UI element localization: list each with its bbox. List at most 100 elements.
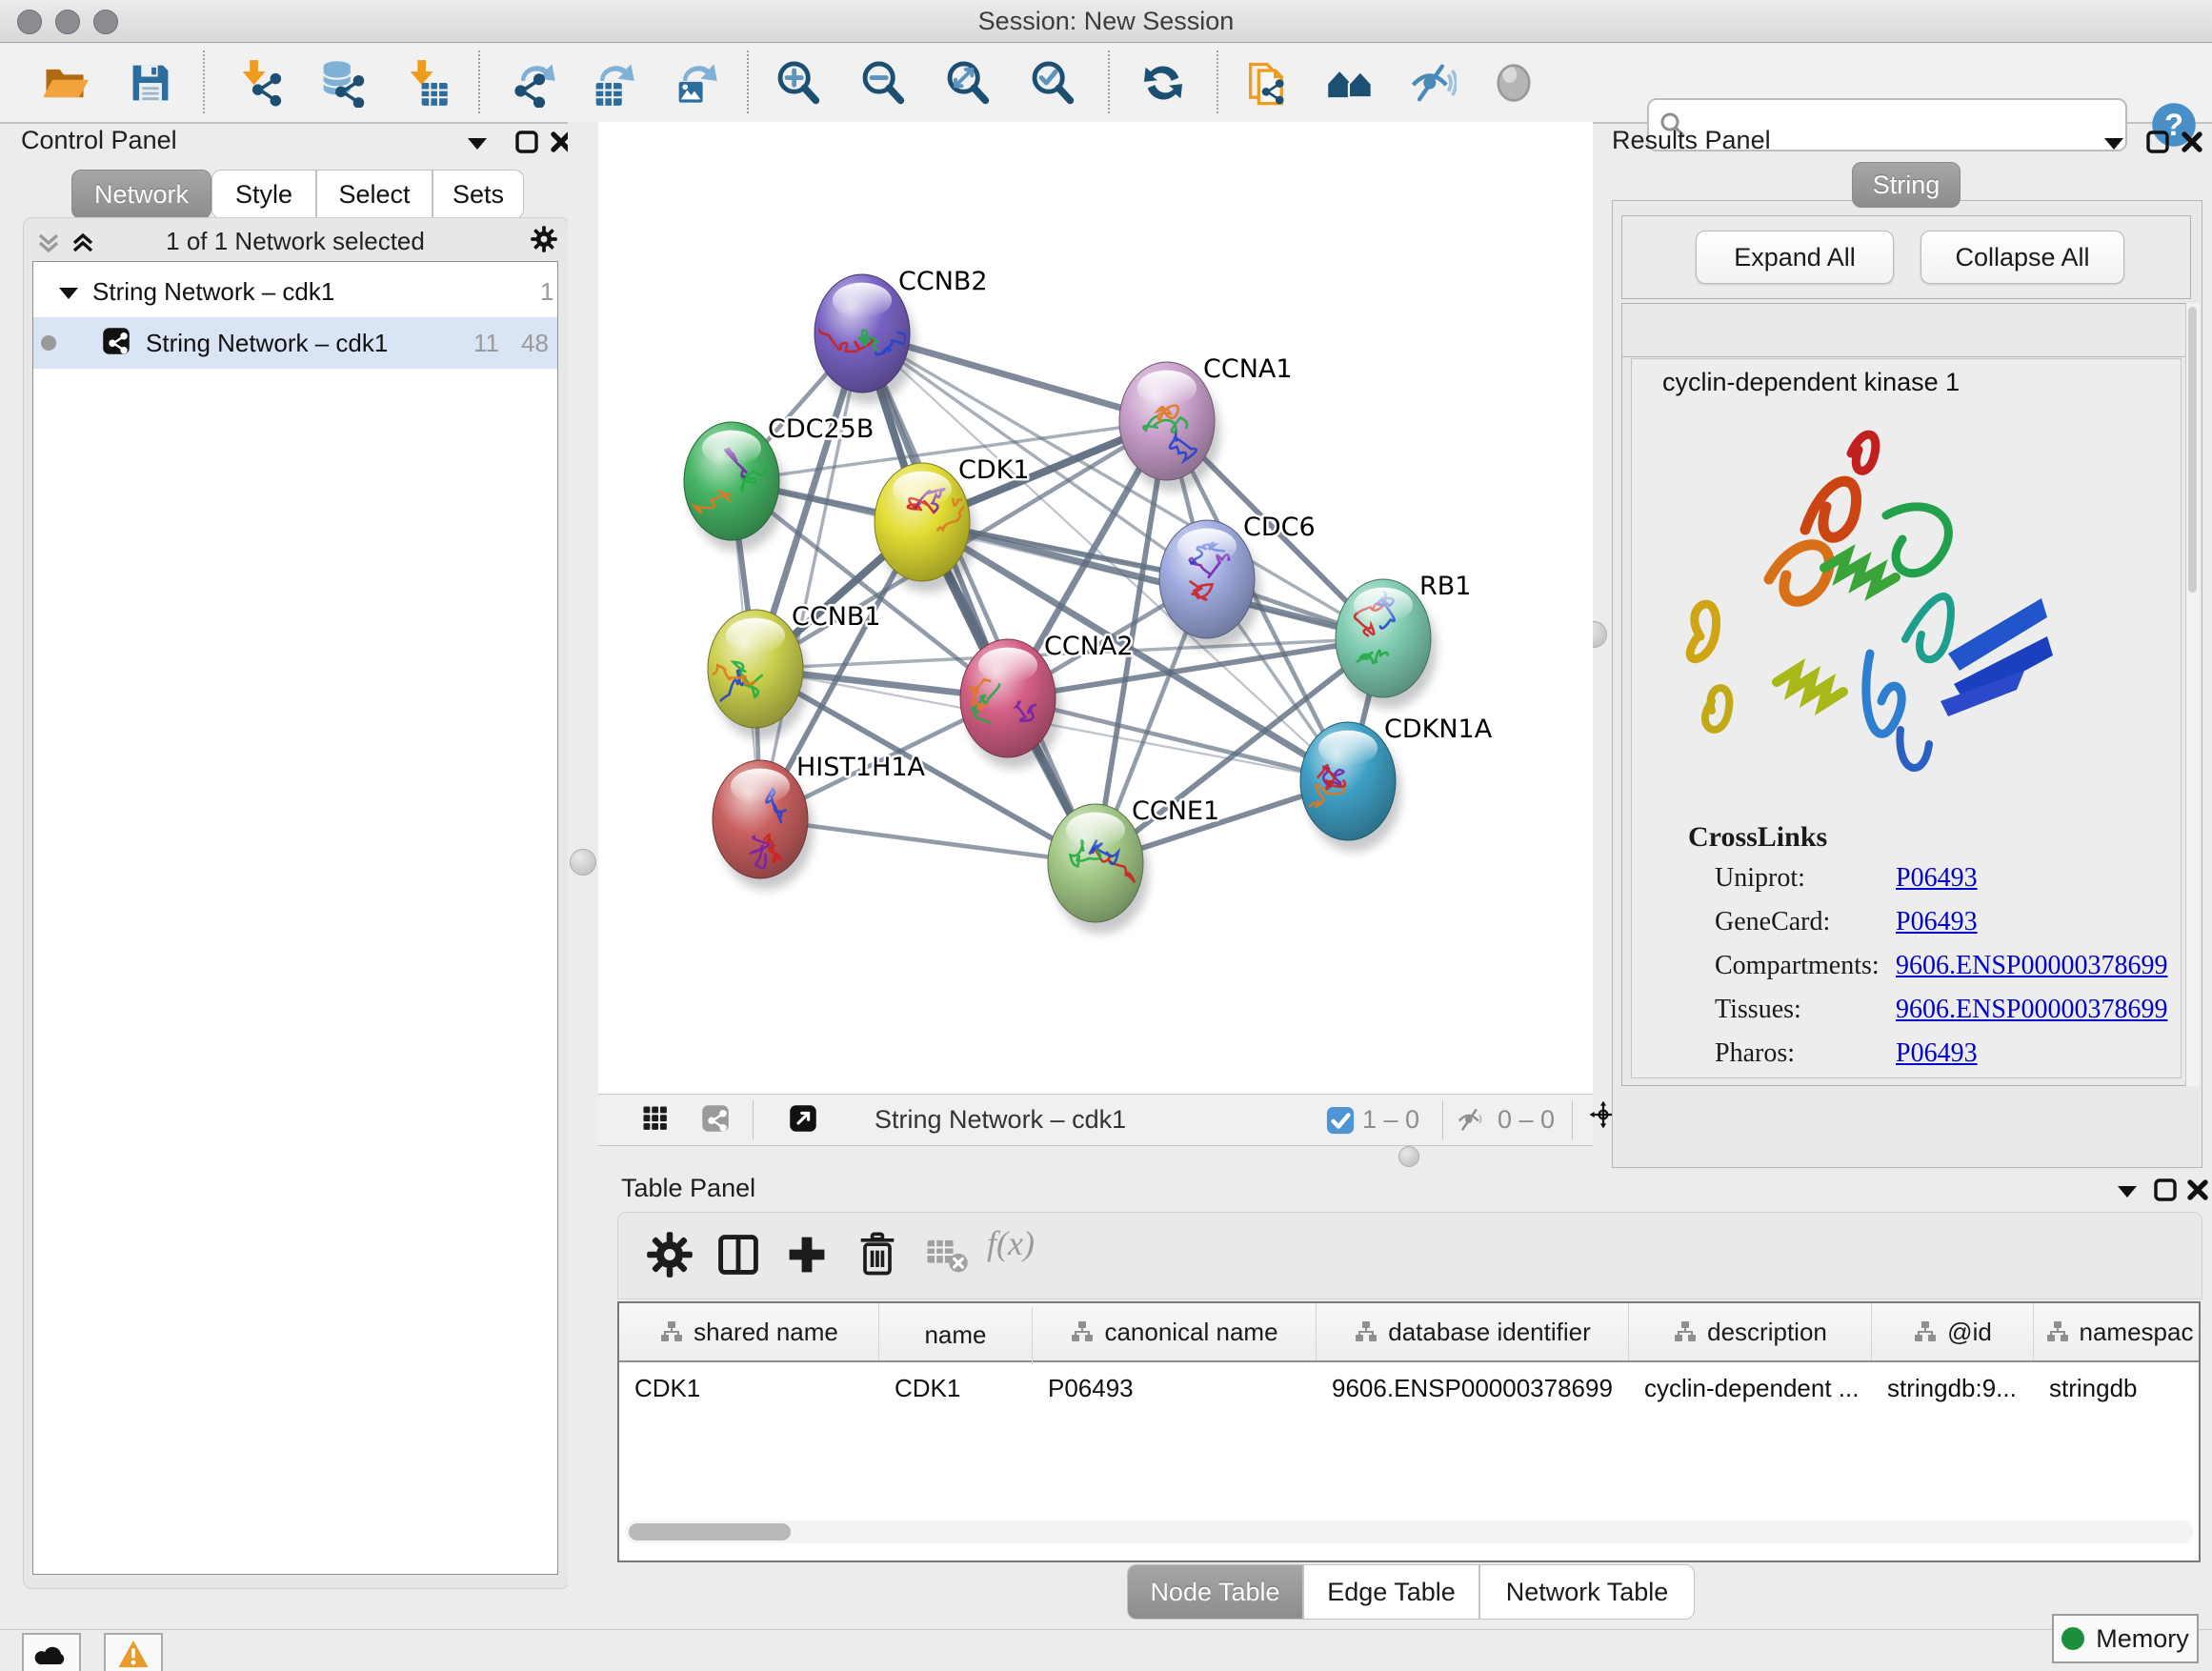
network-list-toolbar: 1 of 1 Network selected	[23, 223, 568, 261]
show-eye-icon[interactable]	[1489, 58, 1538, 108]
import-table-icon[interactable]	[401, 58, 451, 108]
detach-view-icon[interactable]	[789, 1104, 821, 1137]
hide-panel-icon[interactable]	[1407, 58, 1457, 108]
export-image-icon[interactable]	[671, 58, 720, 108]
import-database-icon[interactable]	[315, 58, 365, 108]
table-settings-gear-icon[interactable]	[645, 1230, 694, 1279]
warning-icon	[117, 1639, 150, 1669]
table-panel-float-icon[interactable]	[2151, 1176, 2180, 1204]
tab-sets[interactable]: Sets	[432, 170, 524, 219]
first-neighbors-icon[interactable]	[1325, 58, 1375, 108]
left-splitter-knob[interactable]	[570, 849, 596, 876]
results-panel-title: Results Panel	[1612, 126, 1771, 155]
table-cell[interactable]: CDK1	[879, 1362, 1033, 1414]
crosslink-row: Pharos:P06493	[1715, 1038, 2191, 1082]
results-scrollbar[interactable]	[2185, 303, 2200, 1086]
crosslink-row: Tissues:9606.ENSP00000378699	[1715, 995, 2191, 1038]
collapse-all-button[interactable]: Collapse All	[1920, 231, 2124, 284]
table-hscrollbar-thumb[interactable]	[629, 1523, 791, 1540]
zoom-in-icon[interactable]	[774, 58, 823, 108]
toolbar-separator	[1108, 50, 1110, 113]
show-columns-icon[interactable]	[714, 1230, 763, 1279]
tab-select[interactable]: Select	[316, 170, 432, 219]
table-cell[interactable]: cyclin-dependent ...	[1629, 1362, 1872, 1414]
export-table-icon[interactable]	[588, 58, 637, 108]
status-bar	[0, 1629, 2212, 1671]
hidden-eye-icon[interactable]	[1456, 1104, 1488, 1137]
crosslink-row: Compartments:9606.ENSP00000378699	[1715, 951, 2191, 995]
table-cell[interactable]: P06493	[1033, 1362, 1317, 1414]
table-cell[interactable]: 9606.ENSP00000378699	[1317, 1362, 1629, 1414]
results-panel-float-icon[interactable]	[2143, 128, 2172, 156]
selected-checkbox-icon[interactable]	[1326, 1106, 1353, 1133]
add-column-icon[interactable]	[782, 1230, 832, 1279]
control-panel-menu-icon[interactable]	[463, 130, 492, 158]
column-header-description[interactable]: description	[1629, 1303, 1872, 1360]
expand-all-button[interactable]: Expand All	[1696, 231, 1894, 284]
network-view-dot-icon	[41, 335, 56, 351]
cloud-button[interactable]	[22, 1633, 81, 1671]
gene-section-header[interactable]: CDK1	[1621, 303, 2191, 357]
crosslink-link[interactable]: P06493	[1896, 1038, 1978, 1069]
left-splitter[interactable]	[568, 122, 598, 1671]
network-row-label: String Network – cdk1	[146, 329, 388, 358]
table-panel-menu-icon[interactable]	[2113, 1178, 2142, 1206]
column-header-canonical-name[interactable]: canonical name	[1033, 1303, 1317, 1360]
crosslink-link[interactable]: P06493	[1896, 863, 1978, 894]
table-panel-close-icon[interactable]	[2183, 1176, 2212, 1204]
import-network-icon[interactable]	[234, 58, 284, 108]
column-header-shared-name[interactable]: shared name	[619, 1303, 879, 1360]
refresh-layout-icon[interactable]	[1138, 58, 1188, 108]
string-network-icon	[102, 327, 134, 359]
network-options-gear-icon[interactable]	[530, 225, 558, 253]
open-folder-icon[interactable]	[40, 58, 90, 108]
network-canvas[interactable]: CCNB2CCNA1CDC25BCDK1CDC6RB1CCNB1CCNA2CDK…	[598, 122, 1593, 1095]
node-label-CCNE1: CCNE1	[1132, 796, 1219, 826]
delete-column-icon[interactable]	[853, 1230, 902, 1279]
column-header-name[interactable]: name	[879, 1307, 1033, 1364]
save-session-icon[interactable]	[126, 58, 175, 108]
tab-string[interactable]: String	[1852, 162, 1961, 208]
tab-edge-table[interactable]: Edge Table	[1303, 1564, 1479, 1620]
tab-style[interactable]: Style	[211, 170, 316, 219]
column-header-database-identifier[interactable]: database identifier	[1317, 1303, 1629, 1360]
network-view-toolbar: String Network – cdk1 1 – 0 0 – 0	[598, 1095, 1593, 1146]
table-cell[interactable]: stringdb	[2034, 1362, 2201, 1414]
export-network-icon[interactable]	[509, 58, 558, 108]
main-toolbar: ?	[0, 43, 2212, 124]
birdseye-grid-icon[interactable]	[641, 1104, 674, 1137]
zoom-fit-icon[interactable]	[943, 58, 993, 108]
protein-structure-image	[1662, 415, 2110, 806]
tab-network[interactable]: Network	[71, 170, 211, 219]
network-edge-count: 48	[521, 329, 549, 358]
warning-button[interactable]	[104, 1633, 163, 1671]
hidden-counts: 0 – 0	[1498, 1105, 1555, 1135]
tab-node-table[interactable]: Node Table	[1127, 1564, 1303, 1620]
bottom-splitter-knob[interactable]	[1398, 1146, 1419, 1167]
results-scrollbar-thumb[interactable]	[2188, 307, 2197, 593]
table-cell[interactable]: stringdb:9...	[1872, 1362, 2034, 1414]
zoom-selected-icon[interactable]	[1028, 58, 1077, 108]
control-panel-float-icon[interactable]	[513, 128, 541, 156]
results-panel-menu-icon[interactable]	[2100, 130, 2128, 158]
tab-network-table[interactable]: Network Table	[1479, 1564, 1695, 1620]
table-row[interactable]: CDK1CDK1P064939606.ENSP00000378699cyclin…	[619, 1362, 2201, 1414]
table-cell[interactable]: CDK1	[619, 1362, 879, 1414]
crosslink-link[interactable]: 9606.ENSP00000378699	[1896, 951, 2167, 981]
network-type-icon[interactable]	[701, 1104, 734, 1137]
crosslink-link[interactable]: P06493	[1896, 907, 1978, 937]
results-panel-close-icon[interactable]	[2178, 128, 2206, 156]
column-header-namespac[interactable]: namespac	[2034, 1303, 2201, 1360]
column-header--id[interactable]: @id	[1872, 1303, 2034, 1360]
table-hscrollbar[interactable]	[625, 1520, 2193, 1543]
clone-network-icon[interactable]	[1242, 58, 1292, 108]
network-collection-row[interactable]: String Network – cdk1 1	[33, 266, 557, 317]
network-selection-status: 1 of 1 Network selected	[23, 227, 568, 256]
crosslinks-heading: CrossLinks	[1688, 821, 1827, 854]
collapse-triangle-icon[interactable]	[54, 279, 77, 302]
zoom-out-icon[interactable]	[858, 58, 908, 108]
network-row[interactable]: String Network – cdk1 11 48	[33, 317, 557, 369]
node-label-CDC6: CDC6	[1243, 513, 1316, 542]
memory-button[interactable]: Memory	[2052, 1614, 2199, 1663]
crosslink-link[interactable]: 9606.ENSP00000378699	[1896, 995, 2167, 1025]
